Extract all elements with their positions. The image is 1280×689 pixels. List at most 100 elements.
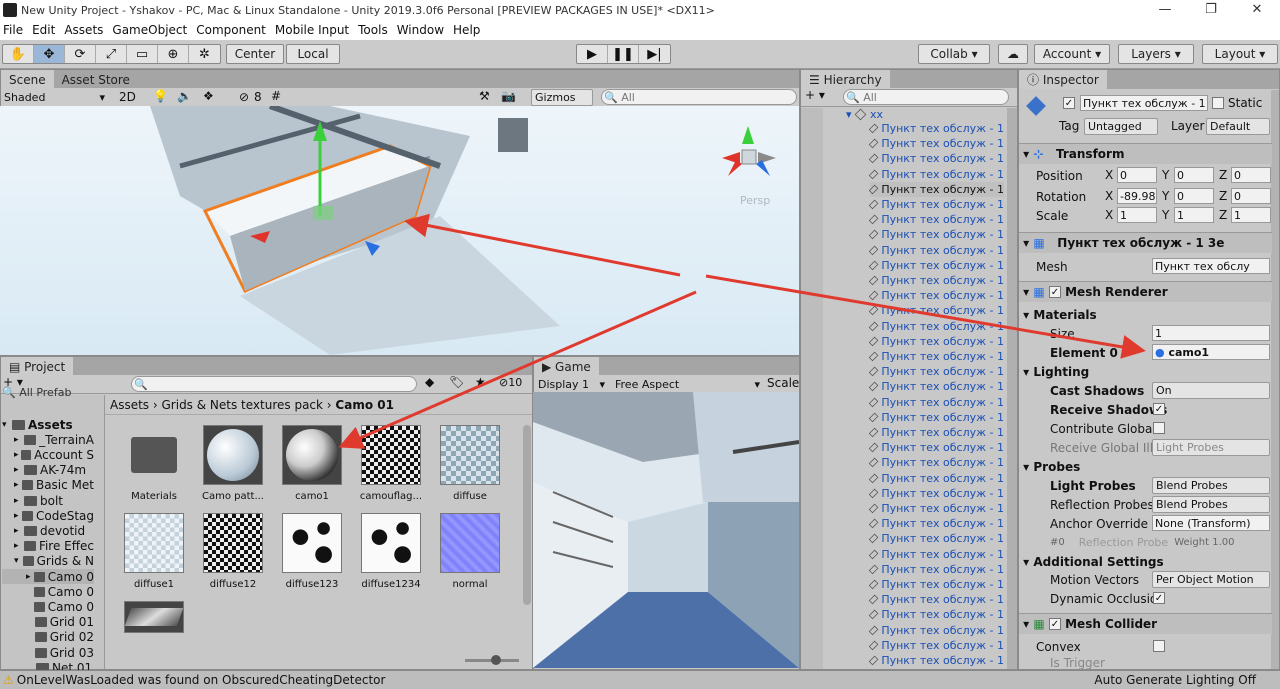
hierarchy-item[interactable]: Пункт тех обслуж - 1: [868, 258, 1004, 273]
hierarchy-item[interactable]: Пункт тех обслуж - 1: [868, 486, 1004, 501]
active-checkbox[interactable]: ✓: [1063, 97, 1075, 109]
convex-checkbox[interactable]: [1153, 640, 1165, 652]
hierarchy-item[interactable]: Пункт тех обслуж - 1: [868, 197, 1004, 212]
collab-button[interactable]: Collab ▾: [918, 44, 990, 64]
maximize-button[interactable]: ❐: [1188, 0, 1234, 20]
contribute-gi-checkbox[interactable]: [1153, 422, 1165, 434]
move-tool-icon[interactable]: ✥: [34, 45, 65, 63]
lighting-foldout[interactable]: ▾ Lighting: [1019, 362, 1272, 381]
expand-arrow-icon[interactable]: ▸: [14, 541, 24, 551]
menu-edit[interactable]: Edit: [32, 23, 55, 37]
hierarchy-item[interactable]: Пункт тех обслуж - 1: [868, 531, 1004, 546]
step-icon[interactable]: ▶|: [639, 45, 670, 63]
menu-help[interactable]: Help: [453, 23, 480, 37]
hierarchy-item[interactable]: Пункт тех обслуж - 1: [868, 577, 1004, 592]
hierarchy-scrollbar[interactable]: [1007, 108, 1017, 669]
rect-tool-icon[interactable]: ▭: [127, 45, 158, 63]
asset-item[interactable]: diffuse1234: [359, 513, 423, 590]
menu-tools[interactable]: Tools: [358, 23, 388, 37]
tree-folder[interactable]: ▸ bolt: [2, 493, 94, 508]
hierarchy-item[interactable]: Пункт тех обслуж - 1: [868, 364, 1004, 379]
mesh-renderer-enabled-checkbox[interactable]: ✓: [1048, 286, 1061, 298]
hierarchy-item[interactable]: Пункт тех обслуж - 1: [868, 121, 1004, 136]
hierarchy-item[interactable]: Пункт тех обслуж - 1: [868, 334, 1004, 349]
favorites-all-prefab[interactable]: 🔍 All Prefab: [2, 386, 71, 399]
hierarchy-item[interactable]: Пункт тех обслуж - 1: [868, 516, 1004, 531]
hierarchy-item[interactable]: Пункт тех обслуж - 1: [868, 440, 1004, 455]
tree-folder[interactable]: ▸ Basic Met: [2, 478, 94, 493]
play-icon[interactable]: ▶: [577, 45, 608, 63]
asset-item[interactable]: normal: [438, 513, 502, 590]
cloud-icon[interactable]: ☁: [998, 44, 1028, 64]
tree-folder[interactable]: Grid 01: [2, 615, 94, 630]
menu-window[interactable]: Window: [397, 23, 444, 37]
asset-item[interactable]: Camo patt...: [201, 425, 265, 502]
tree-folder[interactable]: ▾ Grids & N: [2, 554, 94, 569]
hierarchy-item[interactable]: Пункт тех обслуж - 1: [868, 151, 1004, 166]
hierarchy-item[interactable]: Пункт тех обслуж - 1: [868, 227, 1004, 242]
tab-project[interactable]: ▤ Project: [1, 357, 74, 376]
tab-game[interactable]: ▶ Game: [534, 357, 599, 376]
tree-folder[interactable]: ▸ Camo 0: [2, 569, 94, 584]
axis-z-label[interactable]: Z: [1219, 189, 1227, 203]
axis-z-label[interactable]: Z: [1219, 168, 1227, 182]
breadcrumb-camo[interactable]: Camo 01: [335, 398, 394, 412]
tag-dropdown[interactable]: Untagged: [1084, 118, 1158, 135]
tree-root[interactable]: ▾ Assets: [2, 417, 94, 432]
hierarchy-item[interactable]: Пункт тех обслуж - 1: [868, 547, 1004, 562]
anchor-override-field[interactable]: None (Transform): [1152, 515, 1270, 531]
expand-arrow-icon[interactable]: ▸: [14, 450, 21, 460]
asset-item[interactable]: diffuse12: [201, 513, 265, 590]
hierarchy-item[interactable]: Пункт тех обслуж - 1: [868, 303, 1004, 318]
hierarchy-item[interactable]: Пункт тех обслуж - 1: [868, 212, 1004, 227]
asset-item[interactable]: camo1: [280, 425, 344, 502]
custom-tool-icon[interactable]: ✲: [189, 45, 220, 63]
hierarchy-search-input[interactable]: 🔍 All: [843, 89, 1009, 105]
gizmos-dropdown[interactable]: Gizmos: [531, 89, 593, 106]
tree-folder[interactable]: ▸ Account S: [2, 447, 94, 462]
hierarchy-item[interactable]: Пункт тех обслуж - 1: [868, 425, 1004, 440]
hierarchy-item[interactable]: Пункт тех обслуж - 1: [868, 288, 1004, 303]
axis-y-label[interactable]: Y: [1162, 189, 1169, 203]
close-button[interactable]: ✕: [1234, 0, 1280, 20]
mesh-field[interactable]: Пункт тех обслу: [1152, 258, 1270, 274]
hierarchy-item[interactable]: Пункт тех обслуж - 1: [868, 410, 1004, 425]
hierarchy-item[interactable]: Пункт тех обслуж - 1: [868, 273, 1004, 288]
position-y-input[interactable]: 0: [1174, 167, 1214, 183]
tree-folder[interactable]: Camo 0: [2, 599, 94, 614]
asset-item[interactable]: camouflag...: [359, 425, 423, 502]
tree-folder[interactable]: Grid 03: [2, 645, 94, 660]
hierarchy-item[interactable]: Пункт тех обслуж - 1: [868, 455, 1004, 470]
asset-grid-scrollbar[interactable]: [523, 425, 531, 605]
expand-arrow-icon[interactable]: ▾: [14, 556, 23, 566]
transform-tool-icon[interactable]: ⊕: [158, 45, 189, 63]
reflection-probes-dropdown[interactable]: Blend Probes: [1152, 496, 1270, 513]
menu-assets[interactable]: Assets: [64, 23, 103, 37]
tree-folder[interactable]: ▸ devotid: [2, 523, 94, 538]
scale-tool-icon[interactable]: ⤢: [96, 45, 127, 63]
scale-x-input[interactable]: 1: [1117, 207, 1157, 223]
expand-arrow-icon[interactable]: ▸: [14, 511, 22, 521]
hierarchy-item[interactable]: Пункт тех обслуж - 1: [868, 243, 1004, 258]
receive-shadows-checkbox[interactable]: ✓: [1153, 403, 1165, 415]
zoom-slider-handle[interactable]: [491, 655, 501, 665]
tree-folder[interactable]: ▸ AK-74m: [2, 463, 94, 478]
asset-item[interactable]: diffuse1: [122, 513, 186, 590]
effects-toggle-icon[interactable]: ❖: [203, 89, 214, 103]
tree-folder[interactable]: Camo 0: [2, 584, 94, 599]
rotation-x-input[interactable]: -89.98: [1117, 188, 1157, 204]
status-message[interactable]: OnLevelWasLoaded was found on ObscuredCh…: [17, 673, 386, 687]
aspect-dropdown[interactable]: Free Aspect ▾: [612, 376, 762, 393]
hierarchy-item[interactable]: Пункт тех обслуж - 1: [868, 379, 1004, 394]
transform-header[interactable]: ▾ ⊹ Transform: [1019, 143, 1272, 164]
breadcrumb-grids[interactable]: Grids & Nets textures pack: [162, 398, 323, 412]
hierarchy-item[interactable]: Пункт тех обслуж - 1: [868, 501, 1004, 516]
position-z-input[interactable]: 0: [1231, 167, 1271, 183]
axis-z-label[interactable]: Z: [1219, 208, 1227, 222]
hierarchy-item[interactable]: Пункт тех обслуж - 1: [868, 319, 1004, 334]
expand-arrow-icon[interactable]: ▾: [2, 420, 12, 430]
asset-item[interactable]: Materials: [122, 425, 186, 502]
axis-x-label[interactable]: X: [1105, 208, 1113, 222]
axis-x-label[interactable]: X: [1105, 168, 1113, 182]
filter-label-icon[interactable]: 🏷: [449, 375, 464, 389]
